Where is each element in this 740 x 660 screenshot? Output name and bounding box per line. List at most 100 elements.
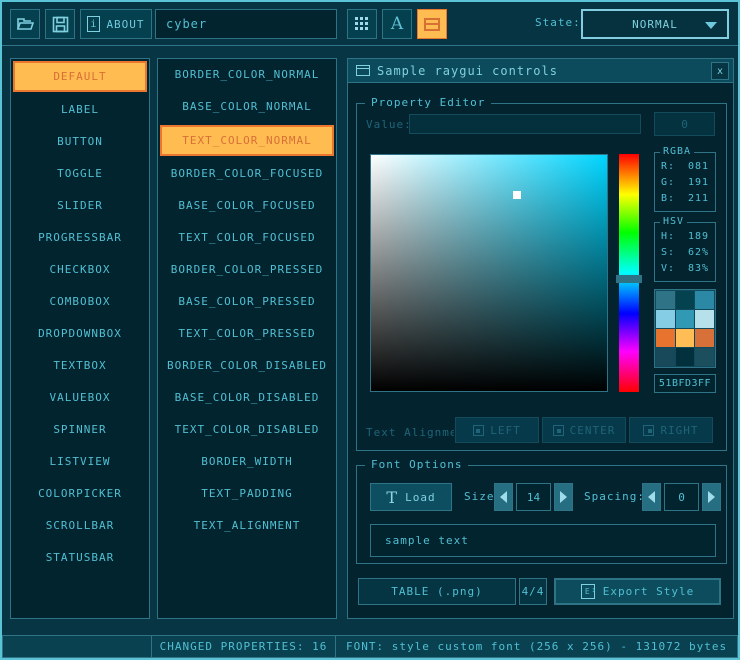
hue-bar[interactable] [619,154,639,392]
property-item-base_color_focused[interactable]: BASE_COLOR_FOCUSED [160,190,334,222]
control-item-toggle[interactable]: TOGGLE [13,158,147,190]
spacing-value-box[interactable]: 0 [664,483,699,511]
size-increase-button[interactable] [554,483,573,511]
control-item-valuebox[interactable]: VALUEBOX [13,382,147,414]
property-item-text_color_disabled[interactable]: TEXT_COLOR_DISABLED [160,414,334,446]
window-titlebar-icon [356,65,370,76]
open-style-button[interactable] [10,9,40,39]
control-item-button[interactable]: BUTTON [13,126,147,158]
property-item-border_color_disabled[interactable]: BORDER_COLOR_DISABLED [160,350,334,382]
spacing-increase-button[interactable] [702,483,721,511]
property-item-base_color_disabled[interactable]: BASE_COLOR_DISABLED [160,382,334,414]
property-item-text_color_focused[interactable]: TEXT_COLOR_FOCUSED [160,222,334,254]
property-item-text_alignment[interactable]: TEXT_ALIGNMENT [160,510,334,542]
properties-listview: BORDER_COLOR_NORMALBASE_COLOR_NORMALTEXT… [157,58,337,619]
control-item-textbox[interactable]: TEXTBOX [13,350,147,382]
b-label: B: [661,191,675,207]
sample-text-input[interactable]: sample text [370,524,716,557]
property-item-border_color_pressed[interactable]: BORDER_COLOR_PRESSED [160,254,334,286]
hsv-label: HSV [660,216,687,227]
status-font-info: FONT: style custom font (256 x 256) - 13… [335,635,738,658]
style-swatch-7[interactable] [676,329,695,347]
control-item-slider[interactable]: SLIDER [13,190,147,222]
style-swatch-6[interactable] [656,329,675,347]
align-center-button[interactable]: CENTER [542,417,626,443]
property-item-text_color_pressed[interactable]: TEXT_COLOR_PRESSED [160,318,334,350]
close-button[interactable]: x [711,62,729,80]
property-item-base_color_normal[interactable]: BASE_COLOR_NORMAL [160,91,334,123]
g-value: 191 [688,175,709,191]
value-spinner[interactable]: 0 [654,112,715,136]
s-value: 62% [688,245,709,261]
size-value-box[interactable]: 14 [516,483,551,511]
control-item-combobox[interactable]: COMBOBOX [13,286,147,318]
r-label: R: [661,159,675,175]
color-picker-panel[interactable] [370,154,608,392]
style-swatch-1[interactable] [676,291,695,309]
property-editor-label: Property Editor [365,96,491,109]
control-item-checkbox[interactable]: CHECKBOX [13,254,147,286]
export-icon: E [581,584,595,599]
status-changed-properties: CHANGED PROPERTIES: 16 [151,635,336,658]
style-name-input[interactable]: cyber [155,9,337,39]
controls-view-button[interactable] [417,9,447,39]
control-item-listview[interactable]: LISTVIEW [13,446,147,478]
spacing-decrease-button[interactable] [642,483,661,511]
style-table-view-button[interactable] [347,9,377,39]
control-item-statusbar[interactable]: STATUSBAR [13,542,147,574]
font-view-button[interactable]: A [382,9,412,39]
hex-color-value: 51BFD3FF [659,378,711,389]
control-item-progressbar[interactable]: PROGRESSBAR [13,222,147,254]
property-item-border_width[interactable]: BORDER_WIDTH [160,446,334,478]
control-item-label[interactable]: LABEL [13,94,147,126]
font-options-group: Font Options T Load Size: 14 Spacing: 0 … [356,465,727,564]
property-item-border_color_normal[interactable]: BORDER_COLOR_NORMAL [160,59,334,91]
chevron-right-icon [708,491,715,503]
value-input[interactable] [409,114,641,134]
property-item-base_color_pressed[interactable]: BASE_COLOR_PRESSED [160,286,334,318]
state-label: State: [535,16,581,29]
align-button-label: RIGHT [660,424,698,437]
table-count-value: 4/4 [522,585,545,598]
property-item-text_color_normal[interactable]: TEXT_COLOR_NORMAL [160,125,334,156]
control-item-dropdownbox[interactable]: DROPDOWNBOX [13,318,147,350]
property-item-text_padding[interactable]: TEXT_PADDING [160,478,334,510]
align-right-button[interactable]: RIGHT [629,417,713,443]
save-style-button[interactable] [45,9,75,39]
control-item-spinner[interactable]: SPINNER [13,414,147,446]
hex-color-field[interactable]: 51BFD3FF [654,374,716,393]
load-font-button[interactable]: T Load [370,483,452,511]
property-editor-group: Property Editor Value: 0 RGBA R:081 G:19… [356,103,727,451]
style-swatch-4[interactable] [676,310,695,328]
align-left-icon [473,425,484,436]
sample-window-titlebar[interactable]: Sample raygui controls [348,59,733,83]
style-swatch-11[interactable] [695,348,714,366]
about-button[interactable]: i ABOUT [80,9,152,39]
style-swatch-5[interactable] [695,310,714,328]
style-swatch-0[interactable] [656,291,675,309]
size-decrease-button[interactable] [494,483,513,511]
export-style-button[interactable]: E Export Style [554,578,721,605]
control-item-scrollbar[interactable]: SCROLLBAR [13,510,147,542]
style-swatch-10[interactable] [676,348,695,366]
color-picker-cursor[interactable] [513,191,521,199]
hue-slider-handle[interactable] [616,275,642,283]
info-icon: i [87,16,100,32]
style-swatch-8[interactable] [695,329,714,347]
state-dropdown[interactable]: NORMAL [581,9,729,39]
style-swatch-9[interactable] [656,348,675,366]
align-center-icon [553,425,564,436]
table-count-box: 4/4 [519,578,547,605]
style-swatch-3[interactable] [656,310,675,328]
table-png-button[interactable]: TABLE (.png) [358,578,516,605]
font-T-icon: T [386,488,398,507]
control-item-colorpicker[interactable]: COLORPICKER [13,478,147,510]
g-label: G: [661,175,675,191]
style-swatch-2[interactable] [695,291,714,309]
window-icon [424,18,440,31]
align-left-button[interactable]: LEFT [455,417,539,443]
control-item-default[interactable]: DEFAULT [13,61,147,92]
property-item-border_color_focused[interactable]: BORDER_COLOR_FOCUSED [160,158,334,190]
b-value: 211 [688,191,709,207]
status-cell-empty [2,635,152,658]
